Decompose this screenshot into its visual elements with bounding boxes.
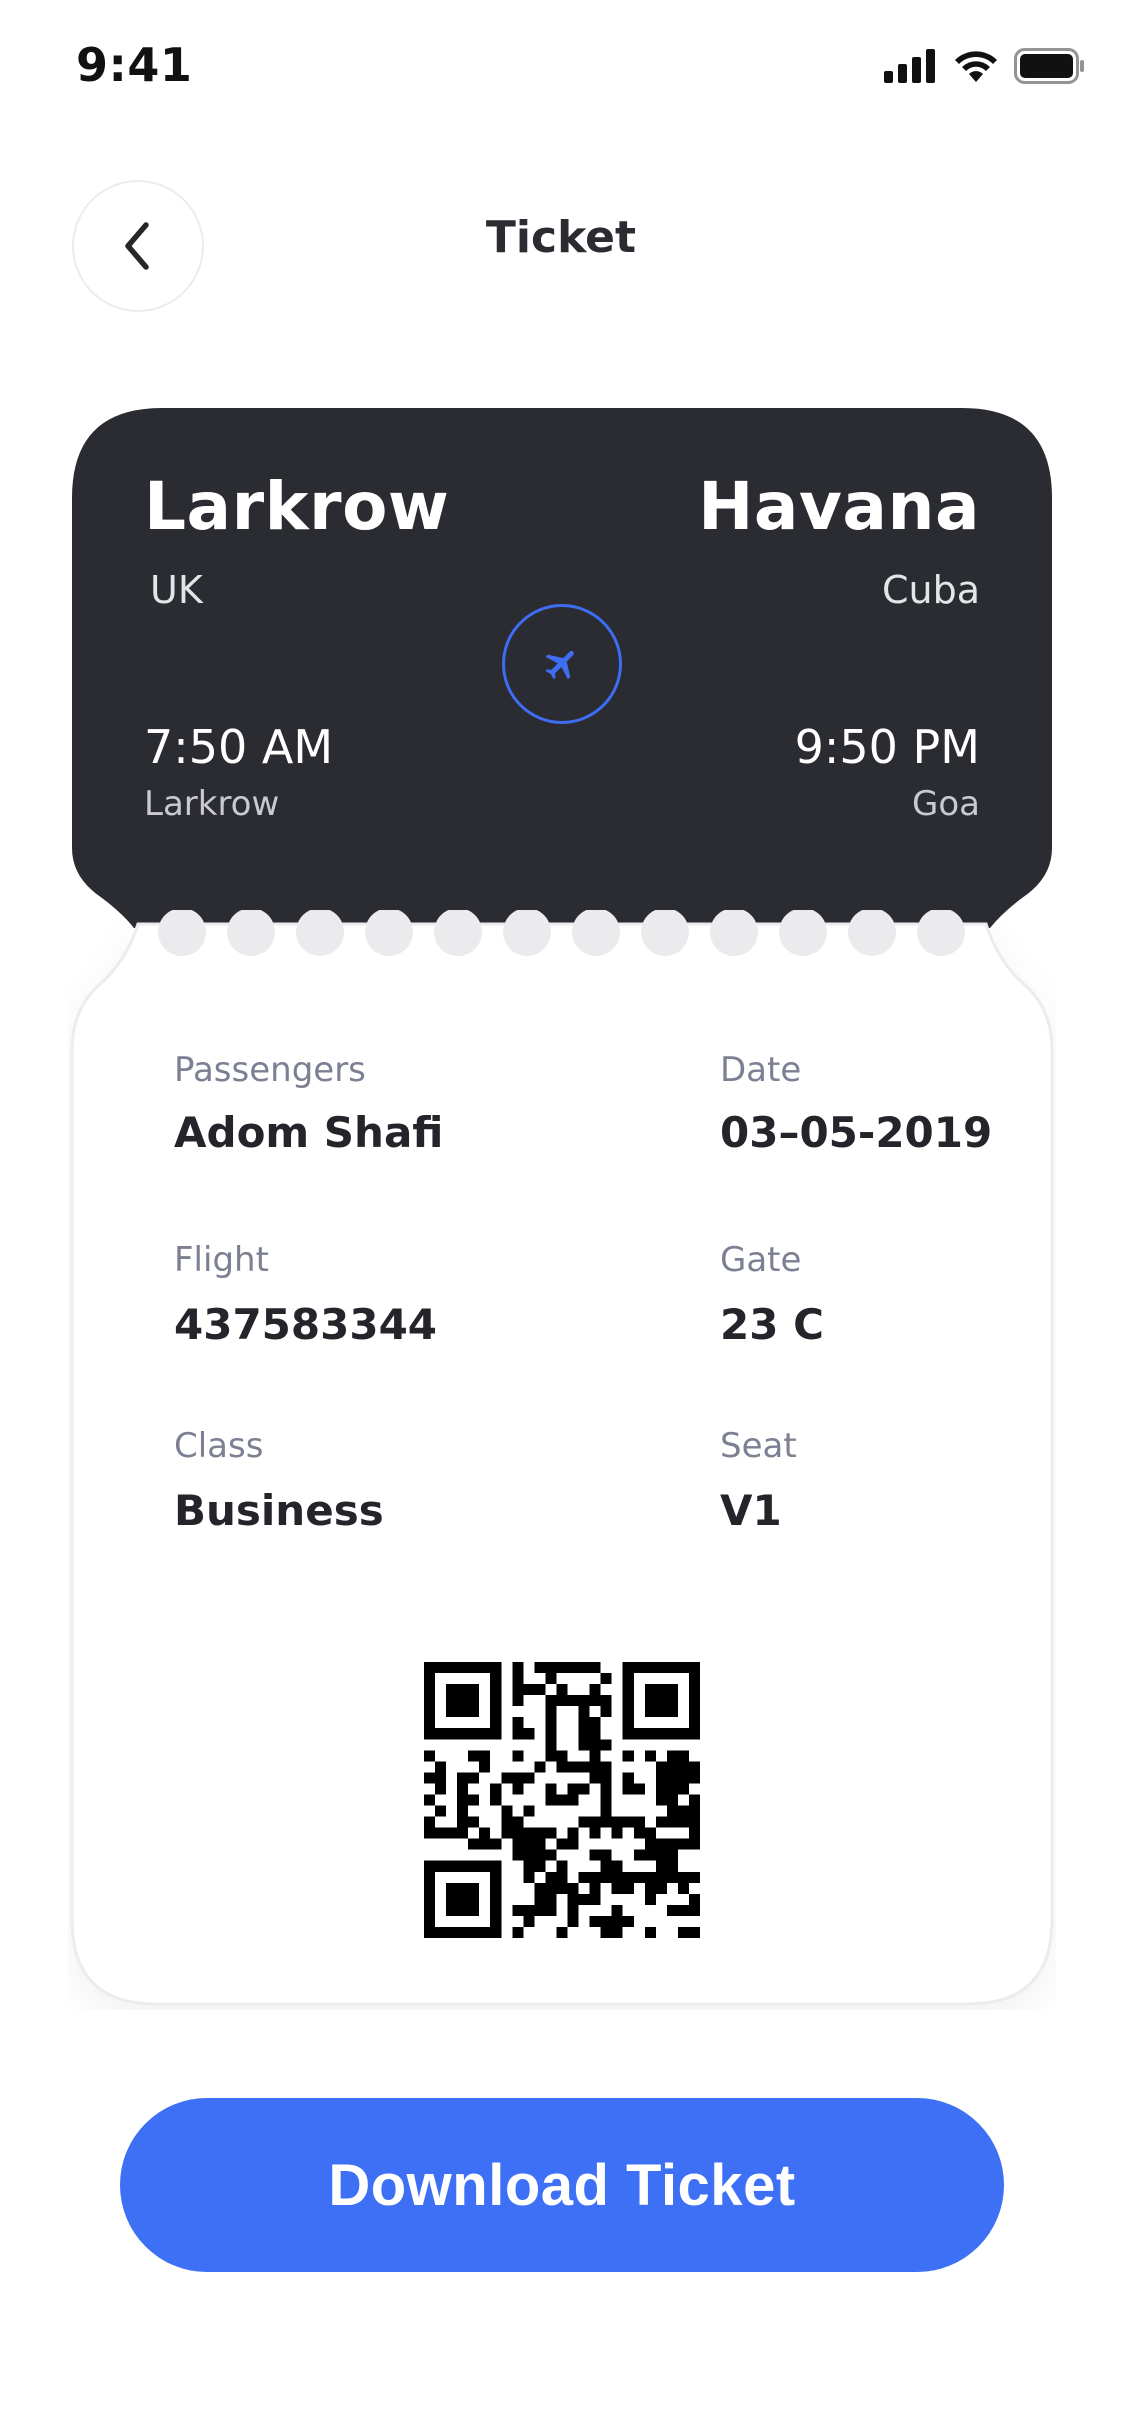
seat-value: V1 [720,1486,782,1535]
arrival-place: Goa [912,784,980,824]
flight-label: Flight [174,1240,269,1280]
passengers-label: Passengers [174,1050,366,1090]
signal-icon [884,49,935,83]
to-city: Havana [698,468,980,545]
class-value: Business [174,1486,384,1535]
arrival-time: 9:50 PM [794,720,980,774]
passengers-value: Adom Shafi [174,1108,444,1157]
status-bar: 9:41 [0,0,1122,140]
flight-value: 437583344 [174,1300,438,1349]
to-country: Cuba [881,568,980,612]
status-icons [884,48,1086,84]
gate-value: 23 C [720,1300,824,1349]
ticket-header: Larkrow UK 7:50 AM Larkrow Havana Cuba 9… [72,408,1052,928]
battery-icon [1014,48,1084,84]
qr-code [424,1662,700,1938]
qr-code-icon [424,1662,700,1938]
download-ticket-button[interactable]: Download Ticket [120,2098,1004,2272]
departure-place: Larkrow [144,784,280,824]
date-label: Date [720,1050,802,1090]
ticket-body: Passengers Adom Shafi Date 03–05-2019 Fl… [68,910,1056,2010]
seat-label: Seat [720,1426,797,1466]
plane-badge [502,604,622,724]
class-label: Class [174,1426,264,1466]
from-country: UK [150,568,203,612]
page-title: Ticket [485,212,637,263]
departure-time: 7:50 AM [144,720,334,774]
status-time: 9:41 [76,38,193,92]
date-value: 03–05-2019 [720,1108,993,1157]
airplane-icon [545,650,574,680]
gate-label: Gate [720,1240,802,1280]
from-city: Larkrow [144,468,450,545]
wifi-icon [955,51,997,82]
